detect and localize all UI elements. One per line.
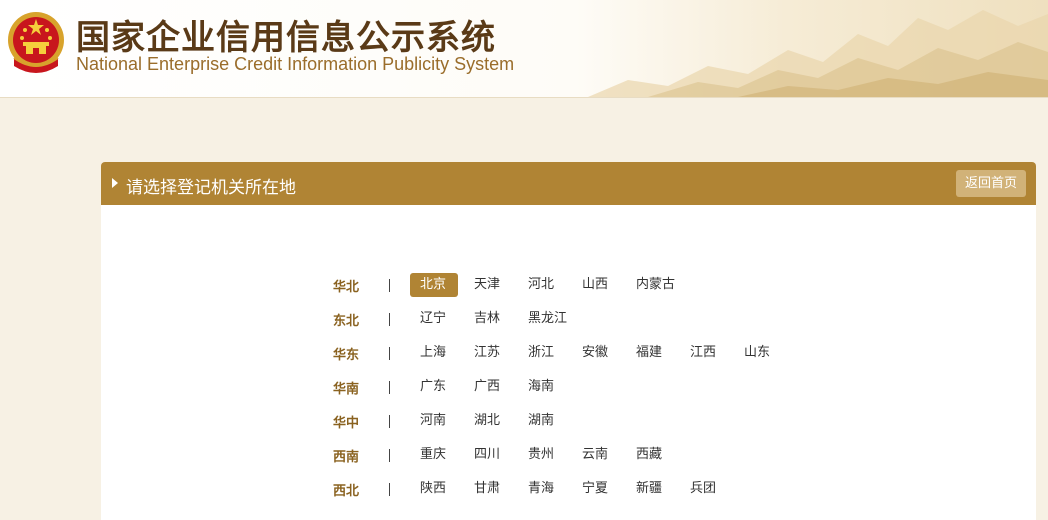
region-row: 东北 辽宁 吉林 黑龙江	[333, 302, 788, 336]
province-link[interactable]: 黑龙江	[518, 307, 577, 331]
mountain-landscape-image	[588, 10, 1048, 97]
region-list: 华北 北京 天津 河北 山西 内蒙古东北 辽宁 吉林 黑龙江华东 上海 江苏 浙江 安徽 福建 江西 山东华南…	[333, 268, 788, 506]
region-label: 华北	[333, 279, 360, 295]
region-row: 华南 广东 广西 海南	[333, 370, 788, 404]
region-divider	[389, 482, 410, 496]
region-label: 西北	[333, 483, 360, 499]
region-select-panel: 请选择登记机关所在地 返回首页 华北 北京 天津 河北 山西 内蒙古东北 辽宁 吉林 黑龙江华东…	[101, 162, 1036, 520]
region-label: 华南	[333, 381, 360, 397]
province-link[interactable]: 青海	[518, 477, 566, 501]
region-label: 华东	[333, 347, 360, 363]
region-label: 华中	[333, 415, 360, 431]
national-emblem-icon	[8, 12, 64, 73]
province-link[interactable]: 河南	[410, 409, 458, 433]
province-link[interactable]: 云南	[572, 443, 620, 467]
province-link[interactable]: 广东	[410, 375, 458, 399]
site-header: 国家企业信用信息公示系统 National Enterprise Credit …	[0, 0, 1048, 98]
back-home-button[interactable]: 返回首页	[955, 170, 1026, 197]
province-link[interactable]: 西藏	[626, 443, 674, 467]
province-link[interactable]: 吉林	[464, 307, 512, 331]
site-title: 国家企业信用信息公示系统	[76, 18, 496, 58]
region-divider	[389, 278, 410, 292]
province-link[interactable]: 广西	[464, 375, 512, 399]
province-link[interactable]: 上海	[410, 341, 458, 365]
province-link[interactable]: 浙江	[518, 341, 566, 365]
region-divider	[389, 312, 410, 326]
site-subtitle: National Enterprise Credit Information P…	[76, 54, 515, 74]
province-link[interactable]: 海南	[518, 375, 566, 399]
province-link[interactable]: 宁夏	[572, 477, 620, 501]
region-row: 华东 上海 江苏 浙江 安徽 福建 江西 山东	[333, 336, 788, 370]
region-row: 西南 重庆 四川 贵州 云南 西藏	[333, 438, 788, 472]
province-link[interactable]: 辽宁	[410, 307, 458, 331]
province-link[interactable]: 山西	[572, 273, 620, 297]
province-link[interactable]: 陕西	[410, 477, 458, 501]
region-row: 西北 陕西 甘肃 青海 宁夏 新疆 兵团	[333, 472, 788, 506]
province-link[interactable]: 河北	[518, 273, 566, 297]
panel-header: 请选择登记机关所在地 返回首页	[101, 162, 1036, 205]
province-link[interactable]: 北京	[410, 273, 458, 297]
region-divider	[389, 346, 410, 360]
province-link[interactable]: 湖南	[518, 409, 566, 433]
province-link[interactable]: 四川	[464, 443, 512, 467]
province-link[interactable]: 贵州	[518, 443, 566, 467]
province-link[interactable]: 甘肃	[464, 477, 512, 501]
province-link[interactable]: 安徽	[572, 341, 620, 365]
province-link[interactable]: 内蒙古	[626, 273, 685, 297]
region-row: 华中 河南 湖北 湖南	[333, 404, 788, 438]
province-link[interactable]: 天津	[464, 273, 512, 297]
region-row: 华北 北京 天津 河北 山西 内蒙古	[333, 268, 788, 302]
province-link[interactable]: 江苏	[464, 341, 512, 365]
province-link[interactable]: 重庆	[410, 443, 458, 467]
province-link[interactable]: 山东	[734, 341, 782, 365]
panel-title: 请选择登记机关所在地	[126, 178, 296, 198]
region-divider	[389, 380, 410, 394]
region-label: 西南	[333, 449, 360, 465]
province-link[interactable]: 湖北	[464, 409, 512, 433]
province-link[interactable]: 江西	[680, 341, 728, 365]
region-divider	[389, 414, 410, 428]
province-link[interactable]: 新疆	[626, 477, 674, 501]
province-link[interactable]: 兵团	[680, 477, 728, 501]
region-label: 东北	[333, 313, 360, 329]
province-link[interactable]: 福建	[626, 341, 674, 365]
caret-right-icon	[112, 178, 118, 188]
region-divider	[389, 448, 410, 462]
